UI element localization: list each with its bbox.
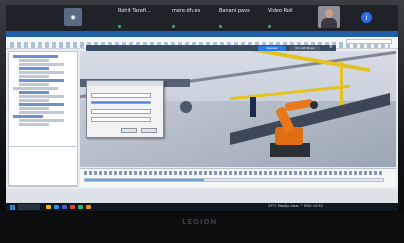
edge-icon[interactable] (54, 205, 59, 209)
person-body (321, 18, 337, 28)
taskbar: 29°C Mostly clear ^ ENG 10:52 (6, 203, 398, 211)
machine (250, 97, 256, 117)
app-icon[interactable] (78, 205, 83, 209)
mic-status-icon (268, 25, 271, 28)
dialog-title (87, 81, 163, 86)
participant-2[interactable]: mere.dh.es (172, 8, 200, 14)
tree-item[interactable] (19, 83, 49, 86)
yellow-post (340, 61, 343, 111)
tree-item[interactable] (19, 119, 64, 122)
app-icon[interactable] (86, 205, 91, 209)
taskbar-search[interactable] (18, 204, 40, 210)
tree-item[interactable] (13, 115, 43, 118)
dialog-field[interactable] (91, 109, 151, 114)
mic-status-icon (172, 25, 175, 28)
laptop-base (0, 212, 404, 243)
tree-item[interactable] (13, 55, 58, 58)
dialog-field[interactable] (91, 93, 151, 98)
person-head (325, 9, 333, 18)
tree-item[interactable] (19, 103, 64, 106)
tree-item[interactable] (19, 67, 49, 70)
machine (180, 101, 192, 113)
app-icon[interactable] (70, 205, 75, 209)
mic-status-icon (219, 25, 222, 28)
status-bar (6, 189, 398, 203)
tree-item[interactable] (19, 123, 49, 126)
yellow-rail (230, 84, 350, 101)
tree-item[interactable] (13, 87, 58, 90)
tree-item[interactable] (19, 79, 64, 82)
tree-item[interactable] (19, 91, 49, 94)
do-not-show-button[interactable]: Do not Show (290, 45, 320, 51)
windows-start-icon[interactable] (10, 204, 15, 210)
timeline-bar[interactable] (84, 178, 384, 182)
yellow-rail (220, 51, 370, 73)
tree-item[interactable] (19, 59, 49, 62)
participant-1-label[interactable]: Rohit Tarafi... (118, 8, 151, 14)
system-tray[interactable]: 29°C Mostly clear ^ ENG 10:52 (268, 204, 323, 208)
mic-status-icon (118, 25, 121, 28)
participant-1[interactable]: ◉ (64, 8, 82, 26)
robot-gripper (310, 101, 318, 109)
robot-pedestal (270, 143, 310, 157)
meeting-participant-bar: ◉ Rohit Tarafi... mere.dh.es Banani pavs… (6, 5, 398, 31)
tree-item[interactable] (19, 71, 64, 74)
tree-item[interactable] (19, 95, 64, 98)
laptop-logo: LEGION (182, 218, 218, 226)
close-icon[interactable]: × (329, 44, 333, 50)
avatar: ◉ (64, 8, 82, 26)
info-button[interactable]: i (361, 12, 372, 23)
file-explorer-icon[interactable] (46, 205, 51, 209)
dialog-selected-row[interactable] (91, 101, 151, 104)
camera-preview[interactable] (318, 6, 340, 28)
cancel-button[interactable] (141, 128, 157, 133)
tree-item[interactable] (19, 111, 64, 114)
screen: ◉ Rohit Tarafi... mere.dh.es Banani pavs… (6, 5, 398, 211)
participant-3[interactable]: Banani pavs (219, 8, 250, 14)
participant-name: Banani pavs (219, 8, 250, 14)
participant-name: Video Roli (268, 8, 293, 14)
participant-name: Rohit Tarafi... (118, 8, 151, 14)
tree-item[interactable] (19, 107, 49, 110)
timeline-controls[interactable] (84, 171, 384, 175)
participant-name: mere.dh.es (172, 8, 201, 14)
search-input[interactable] (346, 39, 392, 44)
timeline-progress (85, 179, 205, 181)
properties-panel[interactable] (8, 146, 78, 186)
participant-4[interactable]: Video Roli (268, 8, 293, 14)
tree-item[interactable] (19, 99, 49, 102)
teams-icon[interactable] (62, 205, 67, 209)
tree-item[interactable] (19, 63, 64, 66)
tree-item[interactable] (19, 75, 49, 78)
simulation-app-window: Review Do not Show × (6, 31, 398, 203)
dialog-field[interactable] (91, 117, 151, 122)
simulation-timeline (80, 168, 396, 187)
review-button[interactable]: Review (258, 45, 286, 51)
properties-dialog (86, 80, 164, 138)
ok-button[interactable] (121, 128, 137, 133)
